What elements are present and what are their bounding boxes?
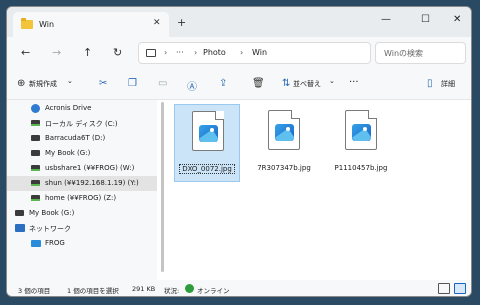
sidebar-item-label: FROG [45,239,65,247]
chevron-right-icon: › [194,48,198,57]
network-drive-icon [31,165,40,171]
breadcrumb-win[interactable]: Win [252,48,267,57]
file-name: P1110457b.jpg [334,164,388,172]
search-box[interactable]: Winの検索 [375,42,466,64]
file-name: DXO_0072.jpg [175,164,239,174]
item-count: 3 個の項目 [18,287,51,295]
sort-icon: ⇅ [282,78,291,89]
image-file-icon [345,110,377,150]
sidebar-item-usbshare1-w[interactable]: usbshare1 (¥¥FROG) (W:) [7,161,157,176]
sidebar-item-acronis-drive[interactable]: Acronis Drive [7,101,157,116]
forward-button[interactable]: → [52,46,61,59]
status-bar: 3 個の項目 1 個の項目を選択 291 KB 状況: オンライン [7,280,471,296]
minimize-button[interactable]: — [381,14,391,25]
drive-icon [31,135,40,141]
sidebar-scrollbar[interactable] [161,102,164,272]
selection-count: 1 個の項目を選択 [67,287,119,295]
sidebar-item-shun-y[interactable]: shun (¥¥192.168.1.19) (Y:) [7,176,157,191]
more-button[interactable]: ··· [349,77,359,88]
drive-icon [31,150,40,156]
sidebar-item-local-disk-c[interactable]: ローカル ディスク (C:) [7,116,157,131]
details-pane-icon: ▯ [427,78,433,89]
sidebar-item-home-z[interactable]: home (¥¥FROG) (Z:) [7,191,157,206]
up-button[interactable]: ↑ [83,46,92,59]
chevron-down-icon: ⌄ [67,77,73,85]
sidebar-item-label: home (¥¥FROG) (Z:) [45,194,117,202]
icons-view-button[interactable] [454,283,466,294]
folder-icon [21,18,33,29]
selection-size: 291 KB [132,285,156,293]
file-item[interactable]: DXO_0072.jpg [174,104,240,182]
new-button[interactable]: 新規作成 [29,79,57,89]
status-label: 状況: [164,287,180,295]
sort-button[interactable]: 並べ替え [293,79,321,89]
sidebar-item-network[interactable]: ネットワーク [7,221,157,236]
acronis-icon [31,104,40,113]
new-tab-button[interactable]: + [177,16,186,29]
copy-icon[interactable]: ❐ [128,78,137,89]
explorer-window: Win ✕ + — ☐ ✕ ← → ↑ ↻ › ··· › Photo › Wi… [6,6,472,297]
file-name: 7R307347b.jpg [257,164,311,172]
sidebar-item-label: ネットワーク [29,225,71,233]
chevron-right-icon: › [164,48,168,57]
network-drive-icon [31,180,40,186]
tab-win[interactable]: Win ✕ [13,12,169,37]
drive-icon [31,120,40,126]
back-button[interactable]: ← [21,46,30,59]
sidebar-item-label: Acronis Drive [45,104,92,112]
close-button[interactable]: ✕ [453,14,461,25]
navigation-pane: Acronis Drive ローカル ディスク (C:) Barracuda6T… [7,100,157,280]
tab-title: Win [39,20,55,29]
chevron-right-icon: › [240,48,244,57]
image-file-icon [268,110,300,150]
monitor-icon [146,49,156,57]
network-icon [15,224,25,232]
details-button[interactable]: 詳細 [441,79,455,89]
file-item[interactable]: P1110457b.jpg [328,104,394,182]
paste-icon[interactable]: ▭ [158,78,167,89]
file-item[interactable]: 7R307347b.jpg [251,104,317,182]
rename-icon[interactable]: Ⓐ [187,78,197,93]
refresh-button[interactable]: ↻ [113,46,122,59]
sidebar-item-label: ローカル ディスク (C:) [45,120,118,128]
address-bar[interactable]: › ··· › Photo › Win [138,42,371,64]
title-bar: Win ✕ + — ☐ ✕ [7,7,471,37]
command-bar: ⊕ 新規作成 ⌄ ✂ ❐ ▭ Ⓐ ⇪ 🗑 ⇅ 並べ替え ⌄ ··· ▯ 詳細 [7,70,471,100]
monitor-icon [31,240,41,247]
drive-icon [15,210,24,216]
sidebar-item-label: My Book (G:) [45,149,91,157]
breadcrumb-overflow[interactable]: ··· [176,48,184,57]
sidebar-item-mybook-g-2[interactable]: My Book (G:) [7,206,157,221]
maximize-button[interactable]: ☐ [421,14,430,25]
file-list: DXO_0072.jpg 7R307347b.jpg P1110457b.jpg [165,100,471,280]
breadcrumb-photo[interactable]: Photo [203,48,226,57]
delete-icon[interactable]: 🗑 [252,78,265,89]
tab-close-button[interactable]: ✕ [153,18,161,28]
navigation-bar: ← → ↑ ↻ › ··· › Photo › Win Winの検索 [7,37,471,70]
search-placeholder: Winの検索 [384,49,424,58]
sidebar-item-label: Barracuda6T (D:) [45,134,106,142]
chevron-down-icon: ⌄ [329,77,335,85]
sidebar-item-label: usbshare1 (¥¥FROG) (W:) [45,164,135,172]
share-icon[interactable]: ⇪ [219,78,227,89]
details-view-button[interactable] [438,283,450,294]
sidebar-item-barracuda-d[interactable]: Barracuda6T (D:) [7,131,157,146]
new-icon: ⊕ [17,78,26,89]
sidebar-item-mybook-g[interactable]: My Book (G:) [7,146,157,161]
sidebar-item-label: My Book (G:) [29,209,75,217]
cut-icon[interactable]: ✂ [99,78,107,89]
network-drive-icon [31,195,40,201]
sidebar-item-frog[interactable]: FROG [7,236,157,251]
online-status-icon [185,284,194,293]
status-value: オンライン [197,287,230,295]
sidebar-item-label: shun (¥¥192.168.1.19) (Y:) [45,179,139,187]
image-file-icon [192,111,224,151]
